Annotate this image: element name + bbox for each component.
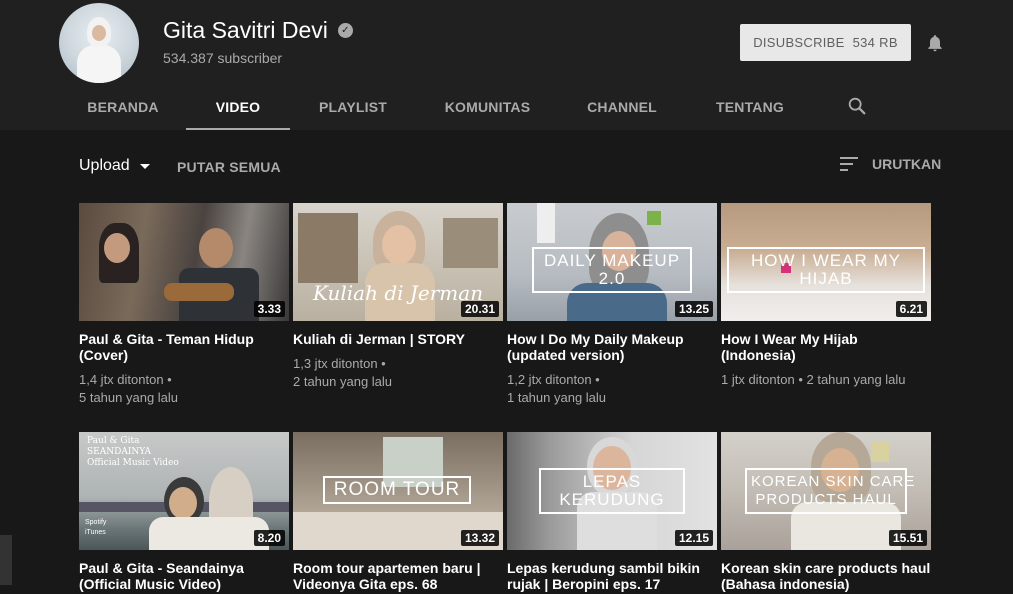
channel-header: Gita Savitri Devi ✓ 534.387 subscriber D…	[0, 0, 1013, 130]
video-thumbnail[interactable]: 3.33	[79, 203, 289, 321]
video-age: 1 tahun yang lalu	[507, 390, 607, 405]
video-thumbnail[interactable]: DAILY MAKEUP 2.0 13.25	[507, 203, 717, 321]
video-title[interactable]: Lepas kerudung sambil bikin rujak | Bero…	[507, 560, 717, 592]
video-title[interactable]: How I Do My Daily Makeup (updated versio…	[507, 331, 717, 363]
tab-playlist[interactable]: PLAYLIST	[290, 84, 416, 130]
tab-beranda[interactable]: BERANDA	[60, 84, 186, 130]
channel-avatar[interactable]	[59, 3, 139, 83]
video-title[interactable]: Room tour apartemen baru | Videonya Gita…	[293, 560, 503, 592]
video-age: 5 tahun yang lalu	[79, 390, 179, 405]
unsubscribe-button[interactable]: DISUBSCRIBE 534 RB	[740, 24, 911, 61]
video-duration: 20.31	[460, 301, 499, 317]
thumbnail-overlay-text: HOW I WEAR MY HIJAB	[727, 247, 925, 293]
thumbnail-overlay-text: LEPAS KERUDUNG	[539, 468, 685, 514]
video-meta: 1,3 jtx ditonton • 2 tahun yang lalu	[293, 356, 393, 389]
video-title[interactable]: Korean skin care products haul (Bahasa i…	[721, 560, 931, 592]
channel-tabs: BERANDA VIDEO PLAYLIST KOMUNITAS CHANNEL…	[60, 84, 815, 130]
store-badges: Spotify iTunes	[85, 518, 106, 538]
spotify-badge: Spotify	[85, 519, 107, 526]
upload-filter-dropdown[interactable]: Upload	[79, 157, 150, 175]
video-views: 1,3 jtx ditonton	[293, 356, 378, 371]
video-views: 1,4 jtx ditonton	[79, 372, 164, 387]
video-duration: 3.33	[253, 301, 285, 317]
video-thumbnail[interactable]: LEPAS KERUDUNG 12.15	[507, 432, 717, 550]
video-duration: 15.51	[888, 530, 927, 546]
tab-channel[interactable]: CHANNEL	[559, 84, 685, 130]
video-title[interactable]: Paul & Gita - Seandainya (Official Music…	[79, 560, 289, 592]
thumbnail-overlay-text: Paul & Gita SEANDAINYA Official Music Vi…	[87, 436, 179, 468]
sort-label: URUTKAN	[872, 156, 942, 172]
search-icon[interactable]	[846, 95, 868, 117]
tab-komunitas[interactable]: KOMUNITAS	[416, 84, 559, 130]
upload-filter-label: Upload	[79, 157, 130, 174]
video-thumbnail[interactable]: KOREAN SKIN CARE PRODUCTS HAUL 15.51	[721, 432, 931, 550]
thumbnail-overlay-text: ROOM TOUR	[323, 476, 471, 504]
video-meta: 1,2 jtx ditonton • 1 tahun yang lalu	[507, 372, 607, 405]
thumbnail-overlay-text: KOREAN SKIN CARE PRODUCTS HAUL	[745, 468, 914, 514]
tab-video[interactable]: VIDEO	[186, 84, 290, 130]
video-duration: 13.32	[460, 530, 499, 546]
channel-name-text: Gita Savitri Devi	[163, 17, 328, 43]
thumbnail-overlay-text: Kuliah di Jerman	[313, 281, 484, 305]
video-title[interactable]: Kuliah di Jerman | STORY	[293, 331, 503, 347]
unsubscribe-count: 534 RB	[852, 35, 898, 50]
video-duration: 6.21	[895, 301, 927, 317]
video-duration: 13.25	[674, 301, 713, 317]
subscriber-count: 534.387 subscriber	[163, 50, 283, 66]
video-meta: 1 jtx ditonton • 2 tahun yang lalu	[721, 372, 906, 387]
tab-tentang[interactable]: TENTANG	[685, 84, 815, 130]
video-thumbnail[interactable]: HOW I WEAR MY HIJAB 6.21	[721, 203, 931, 321]
unsubscribe-label: DISUBSCRIBE	[753, 35, 845, 50]
itunes-badge: iTunes	[85, 529, 106, 536]
sort-button[interactable]: URUTKAN	[840, 156, 941, 172]
video-title[interactable]: Paul & Gita - Teman Hidup (Cover)	[79, 331, 289, 363]
sort-icon	[840, 157, 860, 171]
verified-icon: ✓	[337, 23, 353, 38]
video-duration: 8.20	[253, 530, 285, 546]
video-views: 1,2 jtx ditonton	[507, 372, 592, 387]
video-thumbnail[interactable]: ROOM TOUR 13.32	[293, 432, 503, 550]
notification-bell-icon[interactable]	[925, 32, 945, 54]
video-duration: 12.15	[674, 530, 713, 546]
channel-name: Gita Savitri Devi ✓	[163, 17, 353, 44]
play-all-button[interactable]: PUTAR SEMUA	[177, 159, 281, 175]
video-thumbnail[interactable]: Kuliah di Jerman 20.31	[293, 203, 503, 321]
video-views: 1 jtx ditonton	[721, 372, 795, 387]
video-age: 2 tahun yang lalu	[806, 372, 906, 387]
video-age: 2 tahun yang lalu	[293, 374, 393, 389]
thumbnail-overlay-text: DAILY MAKEUP 2.0	[532, 247, 692, 293]
video-meta: 1,4 jtx ditonton • 5 tahun yang lalu	[79, 372, 179, 405]
video-title[interactable]: How I Wear My Hijab (Indonesia)	[721, 331, 931, 363]
scrollbar-handle[interactable]	[0, 535, 12, 585]
caret-down-icon	[139, 163, 150, 169]
video-thumbnail[interactable]: Paul & Gita SEANDAINYA Official Music Vi…	[79, 432, 289, 550]
